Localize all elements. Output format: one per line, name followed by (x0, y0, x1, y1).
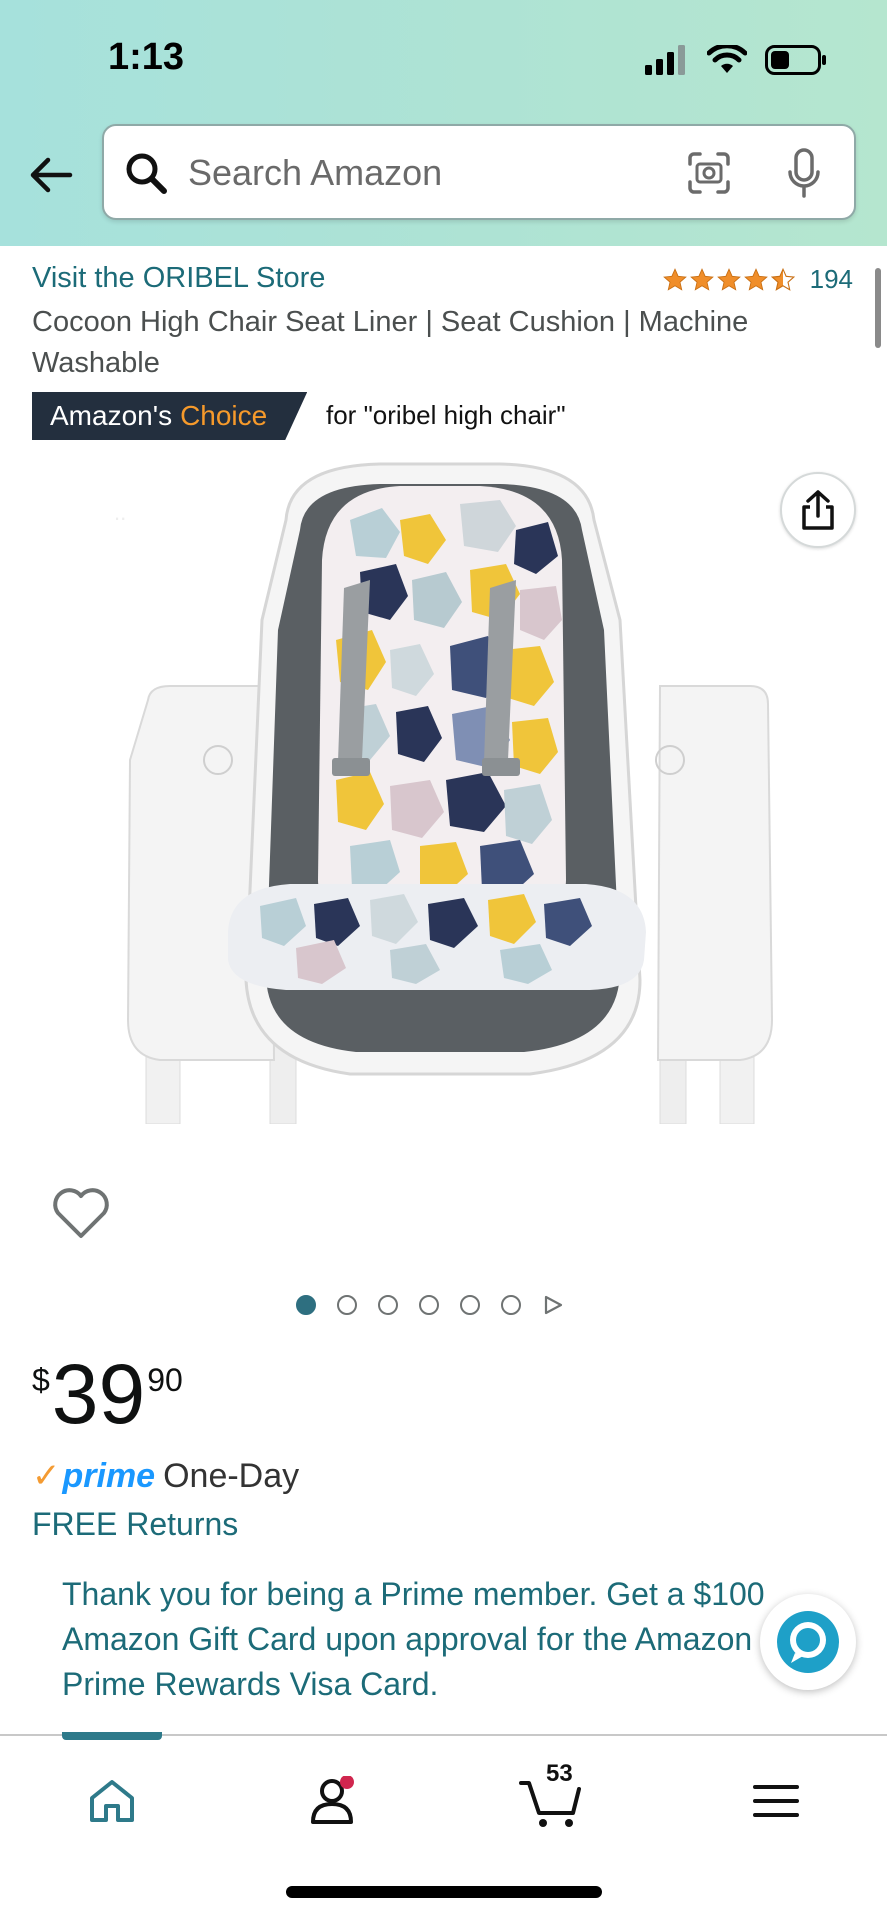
nav-cart[interactable]: 53 (512, 1760, 592, 1836)
carousel-dot-4[interactable] (419, 1295, 439, 1315)
search-input[interactable] (186, 144, 750, 202)
price-fraction: 90 (147, 1362, 183, 1398)
status-time: 1:13 (108, 36, 185, 78)
nav-menu[interactable] (736, 1766, 816, 1836)
wifi-icon (707, 45, 747, 73)
star-full-icon (743, 267, 768, 291)
search-bar[interactable] (102, 124, 856, 220)
battery-icon (765, 45, 826, 75)
price-whole: 39 (51, 1347, 146, 1441)
carousel-dot-6[interactable] (501, 1295, 521, 1315)
svg-text:..: .. (114, 500, 126, 525)
active-tab-indicator (62, 1732, 162, 1740)
prime-logo: prime (62, 1456, 156, 1495)
badge-prefix: Amazon's (50, 400, 173, 431)
nav-account[interactable] (292, 1766, 372, 1836)
play-video-icon[interactable] (542, 1294, 564, 1316)
promo-line-1: Thank you for being a Prime member. Get … (62, 1576, 765, 1612)
carousel-dot-2[interactable] (337, 1295, 357, 1315)
microphone-icon[interactable] (784, 146, 824, 200)
star-half-icon (770, 267, 795, 291)
star-rating (662, 267, 796, 293)
share-button[interactable] (780, 472, 856, 548)
star-full-icon (689, 267, 714, 291)
product-title: Cocoon High Chair Seat Liner | Seat Cush… (32, 306, 749, 379)
carousel-dot-5[interactable] (460, 1295, 480, 1315)
wishlist-button[interactable] (52, 1186, 110, 1240)
visit-store-link[interactable]: Visit the ORIBEL Store (32, 262, 325, 295)
promo-line-3: Prime Rewards Visa Card. (62, 1666, 439, 1702)
carousel-dot-3[interactable] (378, 1295, 398, 1315)
promo-line-2: Amazon Gift Card upon approval for the A… (62, 1621, 753, 1657)
badge-choice-word: Choice (180, 400, 268, 431)
rating-count: 194 (809, 264, 853, 294)
back-button[interactable] (26, 150, 76, 200)
star-full-icon (716, 267, 741, 291)
free-returns-link[interactable]: FREE Returns (32, 1506, 238, 1543)
camera-search-icon[interactable] (686, 150, 732, 196)
header: 1:13 (0, 0, 887, 246)
carousel-dot-1[interactable] (296, 1295, 316, 1315)
heart-icon (53, 1188, 109, 1238)
nav-home[interactable] (72, 1766, 152, 1836)
prime-check-icon: ✓ (32, 1457, 61, 1495)
home-icon (90, 1780, 134, 1822)
status-icons (645, 40, 827, 80)
price-symbol: $ (32, 1362, 50, 1398)
price: $ 39 90 (32, 1352, 183, 1436)
badge-query: for "oribel high chair" (326, 400, 566, 430)
home-indicator (286, 1886, 602, 1898)
arrow-left-icon (30, 157, 73, 193)
cellular-signal-icon (645, 45, 685, 75)
scroll-indicator (875, 268, 881, 348)
amazons-choice-badge[interactable]: Amazon's Choice (32, 392, 308, 440)
search-icon (126, 153, 167, 194)
prime-card-promo[interactable]: Thank you for being a Prime member. Get … (62, 1572, 842, 1707)
alexa-button[interactable] (760, 1594, 856, 1690)
prime-speed: One-Day (163, 1456, 300, 1495)
image-carousel-dots[interactable] (296, 1294, 564, 1316)
product-image[interactable]: .. (100, 460, 780, 1124)
cart-count: 53 (546, 1760, 573, 1787)
account-icon (311, 1776, 354, 1824)
alexa-icon (777, 1611, 839, 1673)
star-full-icon (662, 267, 687, 291)
menu-icon (753, 1785, 799, 1817)
share-icon (802, 490, 834, 530)
product-rating[interactable]: 194 (662, 264, 853, 295)
prime-delivery: ✓ prime One-Day (32, 1456, 299, 1496)
